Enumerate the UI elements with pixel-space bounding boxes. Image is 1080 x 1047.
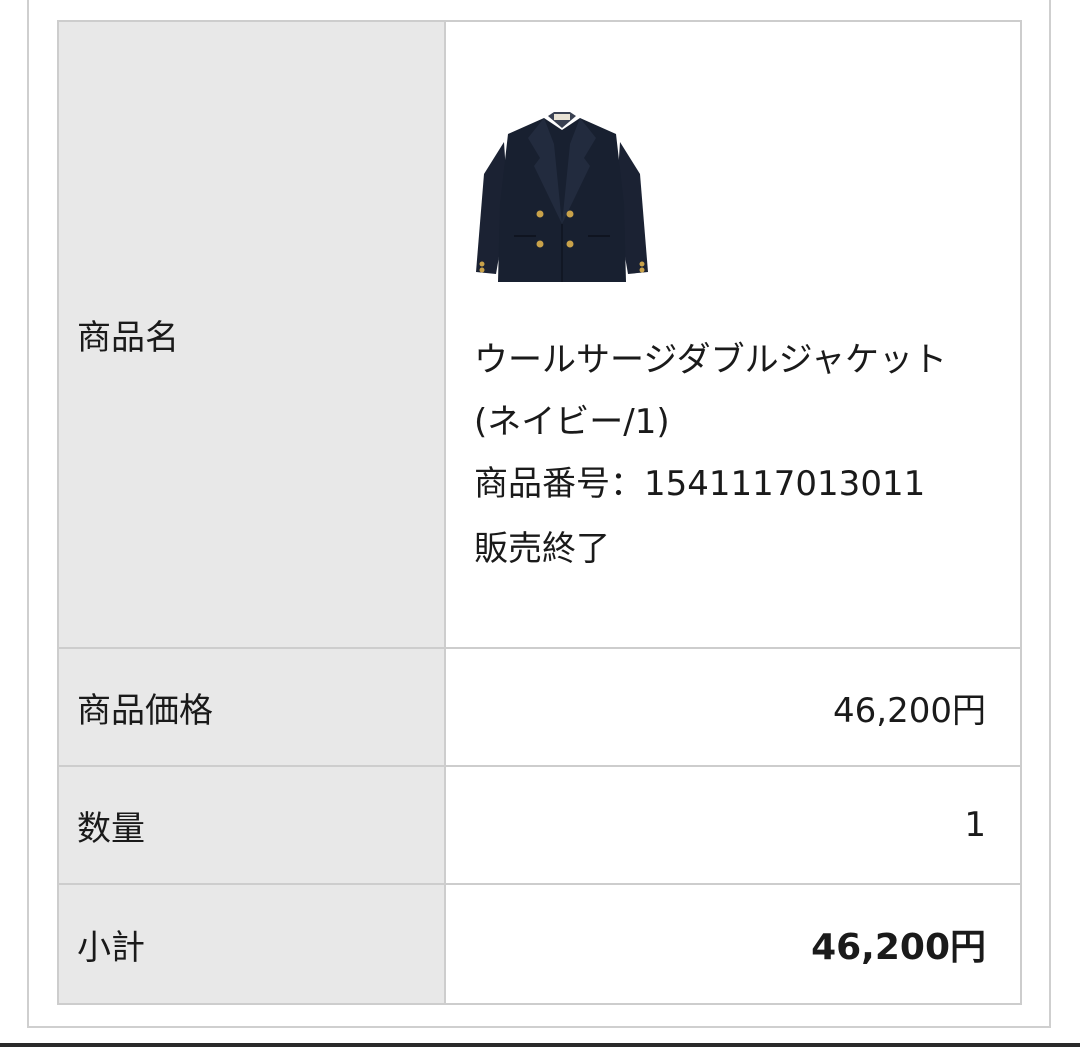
bottom-divider	[0, 1043, 1080, 1047]
subtotal-label: 小計	[57, 883, 446, 1005]
table-row-price: 商品価格 46,200円	[57, 647, 1022, 767]
product-number-value: 1541117013011	[644, 464, 926, 504]
jacket-product-image[interactable]	[474, 104, 650, 286]
price-label: 商品価格	[57, 647, 446, 767]
table-row-quantity: 数量 1	[57, 765, 1022, 885]
subtotal-cell: 46,200円	[444, 883, 1022, 1005]
product-name-label: 商品名	[57, 20, 446, 649]
product-number-label: 商品番号：	[474, 464, 644, 504]
sale-status: 販売終了	[474, 529, 610, 569]
quantity-label: 数量	[57, 765, 446, 885]
product-name-cell: ウールサージダブルジャケット (ネイビー/1) 商品番号：15411170130…	[444, 20, 1022, 649]
quantity-value: 1	[444, 765, 1022, 885]
product-title-text[interactable]: ウールサージダブルジャケット (ネイビー/1)	[474, 340, 947, 442]
order-details-table: 商品名 ウールサージダブルジャケット (ネイビー/1) 商品番号：1541117…	[57, 20, 1022, 1005]
subtotal-value: 46,200円	[811, 927, 986, 968]
product-title[interactable]: ウールサージダブルジャケット (ネイビー/1)	[474, 329, 986, 453]
price-value: 46,200円	[444, 647, 1022, 767]
table-row-subtotal: 小計 46,200円	[57, 883, 1022, 1005]
product-number: 商品番号：1541117013011	[474, 453, 986, 515]
table-row-product-name: 商品名 ウールサージダブルジャケット (ネイビー/1) 商品番号：1541117…	[57, 20, 1022, 649]
